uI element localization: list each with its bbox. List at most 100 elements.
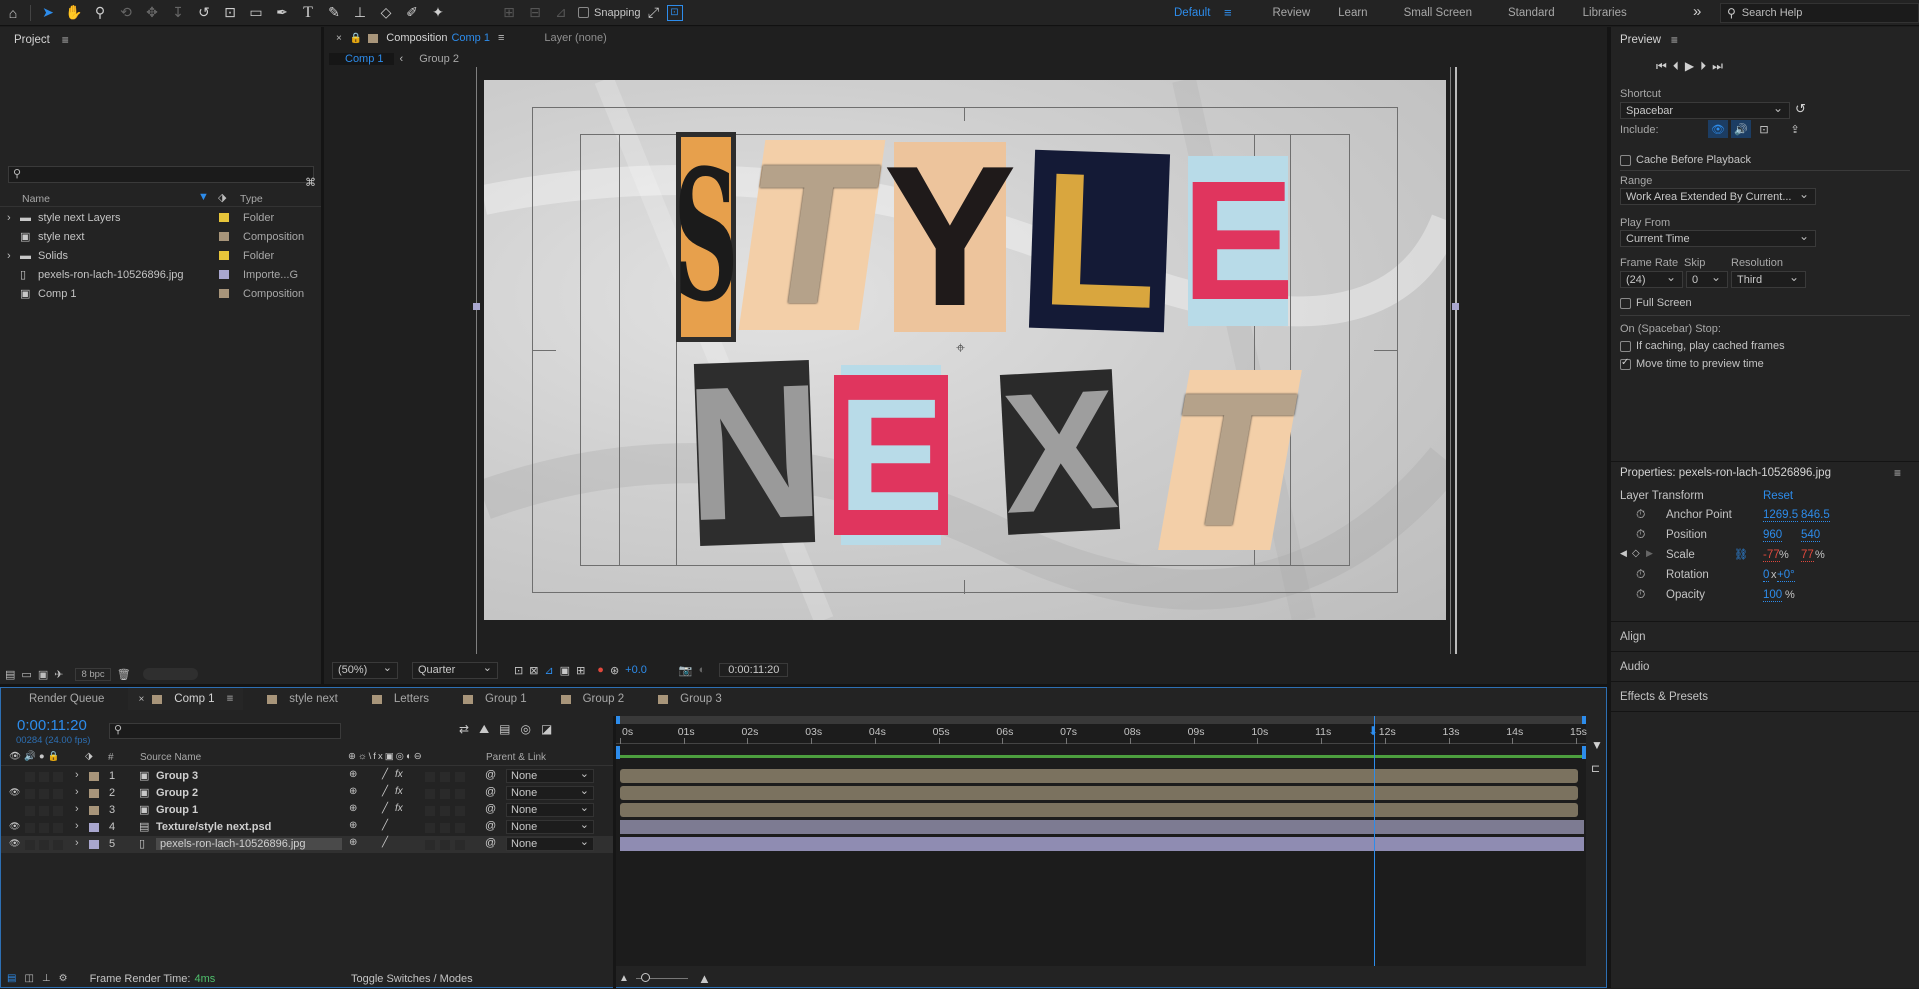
property-value-2[interactable]: 77 [1801,549,1814,562]
clone-stamp-icon[interactable]: ⊥ [347,1,373,25]
property-value-2[interactable]: 540 [1801,529,1821,542]
shy-box[interactable] [53,823,63,833]
layer-label-color[interactable] [89,789,99,798]
letter-t-cutout[interactable]: T [735,123,889,346]
letter-x-cutout[interactable]: X [998,354,1121,550]
column-type[interactable]: Type [240,193,263,205]
zoom-slider-knob[interactable] [641,973,650,982]
parent-dropdown[interactable]: None ⌄ [506,768,594,783]
next-keyframe-icon[interactable]: ▶ [1646,548,1653,559]
adjustment-box[interactable] [440,789,450,799]
search-help-field[interactable]: ⚲ Search Help [1720,3,1919,23]
workspace-small-screen[interactable]: Small Screen [1382,7,1494,19]
bpc-badge[interactable]: 8 bpc [75,667,111,681]
stopwatch-icon[interactable]: ⏱ [1636,527,1645,542]
comp-canvas[interactable]: S T Y L E N E X T ⌖ [484,80,1446,620]
property-value-1[interactable]: 100 [1763,589,1783,602]
property-value-1[interactable]: 1269.5 [1763,509,1799,522]
3d-layer-box[interactable] [455,823,465,833]
include-export-icon[interactable]: ⇪ [1785,120,1805,138]
layer-label-color[interactable] [89,840,99,849]
stopwatch-icon[interactable]: ⏱ [1636,507,1645,522]
layer-handle-left[interactable] [473,303,480,310]
modes-icon[interactable]: ◫ [24,973,33,984]
layer-row[interactable]: 👁 › 5 ▯ pexels-ron-lach-10526896.jpg ⊕ ╱ @ None ⌄ [1,836,613,853]
reset-shortcut-icon[interactable]: ↺ [1795,101,1806,117]
color-channels-icon[interactable]: ● [597,664,604,676]
twirl-chevron-icon[interactable]: › [75,803,79,815]
timeline-tab-group-2[interactable]: Group 2 [551,688,635,710]
play-from-dropdown[interactable]: Current Time [1620,229,1816,247]
shy-box[interactable] [53,772,63,782]
collapse-switch-icon[interactable]: ⊕ [349,820,357,831]
range-dropdown[interactable]: Work Area Extended By Current... [1620,187,1816,205]
3d-layer-box[interactable] [455,789,465,799]
layer-duration-bar[interactable] [620,820,1584,834]
snap-features-icon[interactable]: ⊡ [666,4,683,21]
solo-box[interactable] [25,840,35,850]
fx-switch-icon[interactable]: fx [395,769,403,780]
layer-switches-icon[interactable]: ▤ [7,973,16,984]
rectangle-tool-icon[interactable]: ▭ [243,1,269,25]
quality-switch-icon[interactable]: ╱ [382,820,388,831]
project-menu-icon[interactable]: ≡ [62,33,69,47]
workspace-standard[interactable]: Standard [1494,7,1569,19]
viewer-timecode[interactable]: 0:00:11:20 [719,663,789,677]
layer-tab[interactable]: Layer (none) [544,32,606,44]
work-area-end-handle[interactable] [1582,716,1586,724]
parent-link-header[interactable]: Parent & Link [486,752,546,763]
more-workspaces-icon[interactable]: » [1693,3,1701,20]
next-frame-icon[interactable]: ⏵ [1700,59,1706,74]
tab-menu-icon[interactable]: ≡ [227,693,234,705]
twirl-chevron-icon[interactable]: › [75,837,79,849]
workspace-learn[interactable]: Learn [1324,7,1381,19]
property-value-1[interactable]: 960 [1763,529,1783,542]
bracket-icon[interactable]: ⊏ [1591,762,1600,775]
comp-menu-icon[interactable]: ≡ [498,32,504,44]
pick-whip-icon[interactable]: @ [485,803,496,815]
pick-whip-icon[interactable]: @ [485,820,496,832]
hand-tool-icon[interactable]: ✋ [61,1,87,25]
properties-title[interactable]: Properties: pexels-ron-lach-10526896.jpg [1620,467,1831,479]
project-item[interactable]: › ▬ style next Layers Folder [0,208,315,227]
snap-edges-icon[interactable]: ⤢ [641,1,667,25]
property-value-2[interactable]: +0° [1777,569,1795,582]
parent-dropdown[interactable]: None ⌄ [506,836,594,851]
move-time-option[interactable]: Move time to preview time [1620,357,1764,370]
pick-whip-icon[interactable]: @ [485,837,496,849]
last-frame-icon[interactable]: ⏭ [1712,59,1723,74]
reset-transform-link[interactable]: Reset [1763,490,1793,502]
layer-row[interactable]: 👁 › 1 ▣ Group 3 ⊕ ╱ fx @ None ⌄ [1,768,613,785]
preview-menu-icon[interactable]: ≡ [1671,33,1678,47]
layer-name[interactable]: Group 3 [156,770,198,782]
shy-box[interactable] [53,806,63,816]
twirl-chevron-icon[interactable]: › [75,769,79,781]
letter-s-cutout[interactable]: S [674,132,739,342]
layer-row[interactable]: 👁 › 2 ▣ Group 2 ⊕ ╱ fx @ None ⌄ [1,785,613,802]
time-ruler[interactable]: 0s 01s 02s 03s 04s 05s 06s 07s 08s 09s 10s 11s 12s 13… [616,724,1587,744]
layer-label-color[interactable] [89,823,99,832]
exposure-value[interactable]: +0.0 [625,664,647,676]
motion-blur-box[interactable] [425,789,435,799]
layer-search-field[interactable]: ⚲ [109,723,341,739]
orbit-camera-icon[interactable]: ⟲ [113,1,139,25]
fx-switch-icon[interactable]: fx [395,803,403,814]
layer-row[interactable]: 👁 › 4 ▤ Texture/style next.psd ⊕ ╱ @ None ⌄ [1,819,613,836]
snap-options-icon[interactable]: ⊿ [548,1,574,25]
collapse-switch-icon[interactable]: ⊕ [349,769,357,780]
layer-name[interactable]: Group 1 [156,804,198,816]
letter-e-cutout-2[interactable]: E [833,365,949,545]
close-tab-icon[interactable]: × [138,694,144,705]
project-item-label-color[interactable] [219,289,229,298]
render-time-icon[interactable]: ⚙ [59,973,68,984]
twirl-chevron-icon[interactable]: › [75,820,79,832]
3d-layer-box[interactable] [455,840,465,850]
timeline-track-area[interactable]: 0s 01s 02s 03s 04s 05s 06s 07s 08s 09s 10s 11s 12s 13… [616,716,1587,966]
layer-name[interactable]: Texture/style next.psd [156,821,271,833]
work-area-bar[interactable] [616,716,1586,724]
panel-audio[interactable]: Audio [1611,652,1919,682]
layer-label-color[interactable] [89,806,99,815]
breadcrumb-comp-1[interactable]: Comp 1 [329,53,394,65]
cache-before-playback[interactable]: Cache Before Playback [1620,154,1751,166]
first-frame-icon[interactable]: ⏮ [1656,59,1667,74]
